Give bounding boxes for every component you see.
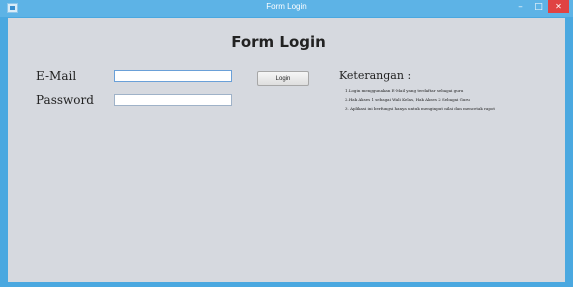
title-bar[interactable]: Form Login – □ ✕	[0, 0, 573, 17]
maximize-button[interactable]: □	[530, 0, 547, 13]
minimize-button[interactable]: –	[512, 0, 529, 13]
form-heading: Form Login	[231, 33, 326, 51]
login-button[interactable]: Login	[257, 71, 309, 86]
password-field[interactable]	[114, 94, 232, 106]
email-label: E-Mail	[36, 69, 77, 83]
form-panel: Form Login E-Mail Password Login Keteran…	[8, 18, 565, 282]
password-label: Password	[36, 93, 94, 107]
email-field[interactable]	[114, 70, 232, 82]
close-button[interactable]: ✕	[548, 0, 569, 13]
keterangan-line: 3. Aplikasi ini berfungsi hanya untuk me…	[345, 106, 495, 111]
window-title: Form Login	[266, 2, 307, 11]
keterangan-line: 1.Login menggunakan E-Mail yang terdafta…	[345, 88, 464, 93]
keterangan-line: 2.Hak Akses 1 sebagai Wali Kelas, Hak Ak…	[345, 97, 470, 102]
keterangan-title: Keterangan :	[339, 69, 412, 82]
keterangan-list: 1.Login menggunakan E-Mail yang terdafta…	[345, 86, 495, 113]
login-window: Form Login – □ ✕ Form Login E-Mail Passw…	[0, 0, 573, 287]
